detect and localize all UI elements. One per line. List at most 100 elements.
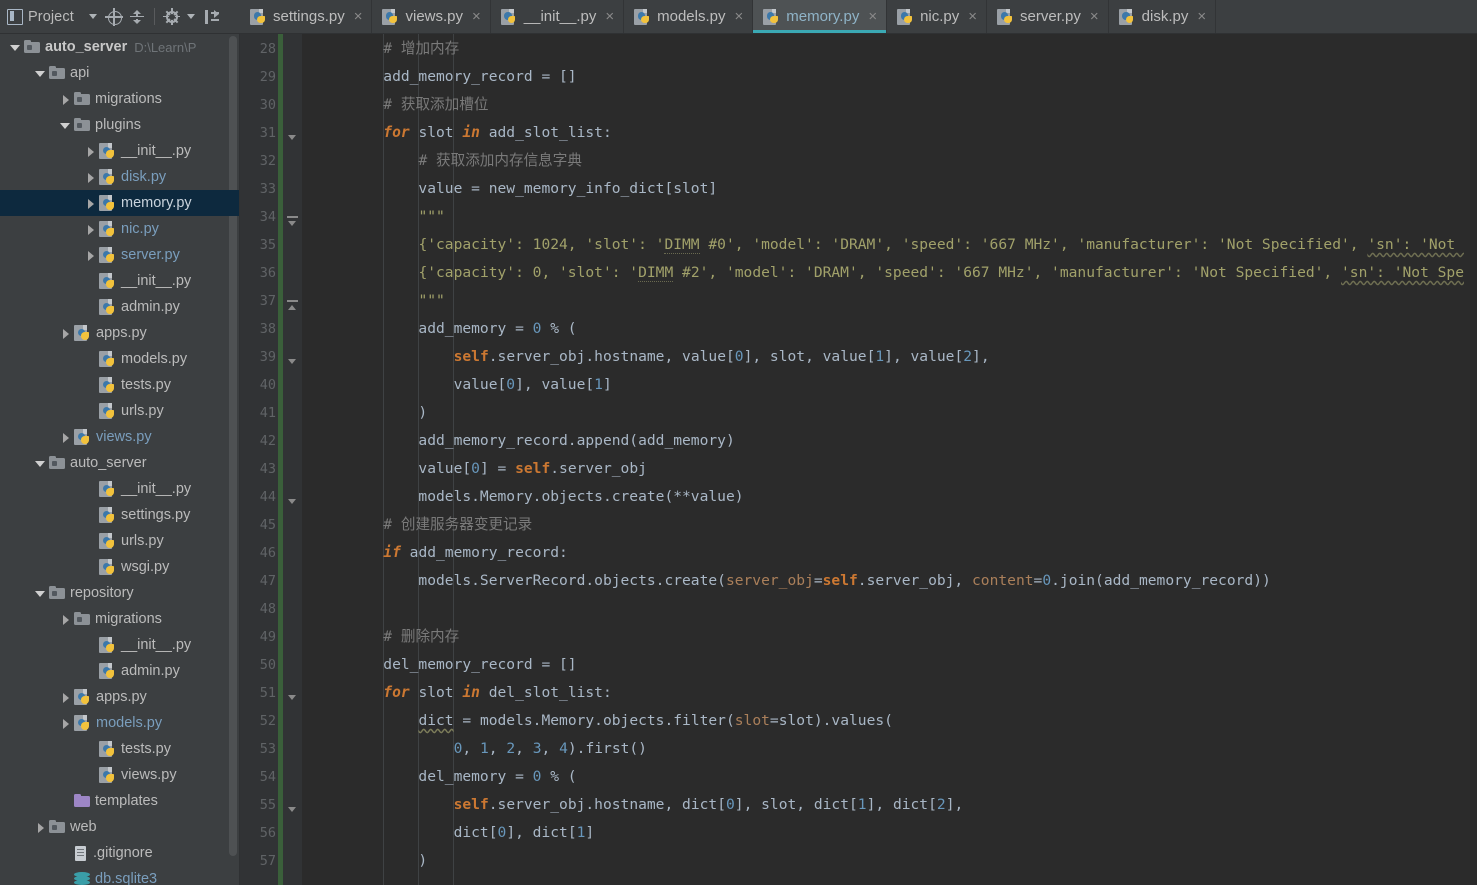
- editor-tab-views-py[interactable]: views.py ×: [372, 0, 491, 33]
- tree-item-auto-server[interactable]: auto_server D:\Learn\P: [0, 34, 239, 60]
- tree-item-urls-py[interactable]: urls.py: [0, 528, 239, 554]
- editor-tab-memory-py[interactable]: memory.py ×: [753, 0, 888, 33]
- editor-tab-server-py[interactable]: server.py ×: [987, 0, 1109, 33]
- python-file-icon: [99, 195, 116, 212]
- editor-tab-settings-py[interactable]: settings.py ×: [240, 0, 373, 33]
- editor-tab--init-py[interactable]: __init__.py ×: [490, 0, 625, 33]
- tree-item--gitignore[interactable]: .gitignore: [0, 840, 239, 866]
- arrow-spacer: [85, 770, 96, 781]
- expand-arrow-right-icon[interactable]: [60, 692, 71, 703]
- tree-item-label: memory.py: [121, 195, 192, 211]
- settings-gear-icon[interactable]: [163, 8, 181, 26]
- settings-chevron-down-icon[interactable]: [186, 14, 195, 19]
- code-fold-toggle[interactable]: [286, 299, 299, 312]
- close-tab-icon[interactable]: ×: [734, 9, 743, 24]
- expand-arrow-down-icon[interactable]: [35, 458, 46, 469]
- pycharm-window: Project settings.py × views.py × __init__.py…: [0, 0, 1477, 885]
- tree-item--init-py[interactable]: __init__.py: [0, 138, 239, 164]
- expand-arrow-right-icon[interactable]: [60, 328, 71, 339]
- tree-item-plugins[interactable]: plugins: [0, 112, 239, 138]
- tree-item-admin-py[interactable]: admin.py: [0, 658, 239, 684]
- chevron-down-icon[interactable]: [88, 14, 97, 19]
- python-file-icon: [634, 8, 651, 25]
- tree-item-label: admin.py: [121, 663, 180, 679]
- tree-item-admin-py[interactable]: admin.py: [0, 294, 239, 320]
- tree-item-disk-py[interactable]: disk.py: [0, 164, 239, 190]
- line-number: 52: [259, 713, 276, 729]
- code-fold-toggle[interactable]: [286, 131, 299, 144]
- arrow-spacer: [85, 510, 96, 521]
- line-number: 53: [259, 741, 276, 757]
- line-number: 54: [259, 769, 276, 785]
- tree-item-tests-py[interactable]: tests.py: [0, 736, 239, 762]
- tree-item-db-sqlite3[interactable]: db.sqlite3: [0, 866, 239, 885]
- expand-arrow-down-icon[interactable]: [35, 588, 46, 599]
- line-number: 34: [259, 209, 276, 225]
- tree-item-web[interactable]: web: [0, 814, 239, 840]
- expand-arrow-right-icon[interactable]: [60, 718, 71, 729]
- code-editor[interactable]: 28 29 30 31 32 33 34 35 36 37 38 39 40 41 42 43 44 45 46 47…: [240, 34, 1477, 885]
- tree-item--init-py[interactable]: __init__.py: [0, 268, 239, 294]
- expand-arrow-right-icon[interactable]: [85, 250, 96, 261]
- tree-item-views-py[interactable]: views.py: [0, 424, 239, 450]
- expand-arrow-down-icon[interactable]: [60, 120, 71, 131]
- code-fold-toggle[interactable]: [286, 215, 299, 228]
- tree-item--init-py[interactable]: __init__.py: [0, 476, 239, 502]
- expand-arrow-right-icon[interactable]: [85, 172, 96, 183]
- collapse-all-icon[interactable]: [128, 8, 146, 26]
- tree-item-settings-py[interactable]: settings.py: [0, 502, 239, 528]
- tree-item-tests-py[interactable]: tests.py: [0, 372, 239, 398]
- expand-arrow-down-icon[interactable]: [10, 42, 21, 53]
- editor-tab-models-py[interactable]: models.py ×: [624, 0, 754, 33]
- locate-icon[interactable]: [104, 7, 123, 26]
- editor-gutter[interactable]: 28 29 30 31 32 33 34 35 36 37 38 39 40 41 42 43 44 45 46 47…: [240, 34, 302, 885]
- tree-item-api[interactable]: api: [0, 60, 239, 86]
- code-fold-toggle[interactable]: [286, 495, 299, 508]
- close-tab-icon[interactable]: ×: [605, 9, 614, 24]
- tree-item-auto-server[interactable]: auto_server: [0, 450, 239, 476]
- close-tab-icon[interactable]: ×: [354, 9, 363, 24]
- arrow-spacer: [85, 302, 96, 313]
- tree-item-migrations[interactable]: migrations: [0, 606, 239, 632]
- close-tab-icon[interactable]: ×: [1090, 9, 1099, 24]
- expand-arrow-right-icon[interactable]: [60, 614, 71, 625]
- tree-item-memory-py[interactable]: memory.py: [0, 190, 239, 216]
- tree-item-nic-py[interactable]: nic.py: [0, 216, 239, 242]
- tree-item-models-py[interactable]: models.py: [0, 346, 239, 372]
- code-content[interactable]: # 增加内存 add_memory_record = [] # 获取添加槽位 f…: [302, 34, 1477, 885]
- project-tree[interactable]: auto_server D:\Learn\P api migrations plugin…: [0, 34, 240, 885]
- tree-item-models-py[interactable]: models.py: [0, 710, 239, 736]
- tree-item-migrations[interactable]: migrations: [0, 86, 239, 112]
- code-fold-toggle[interactable]: [286, 803, 299, 816]
- code-fold-toggle[interactable]: [286, 355, 299, 368]
- hide-panel-icon[interactable]: [203, 8, 221, 26]
- close-tab-icon[interactable]: ×: [968, 9, 977, 24]
- expand-arrow-right-icon[interactable]: [60, 94, 71, 105]
- editor-tab-disk-py[interactable]: disk.py ×: [1108, 0, 1217, 33]
- tree-item-apps-py[interactable]: apps.py: [0, 320, 239, 346]
- expand-arrow-right-icon[interactable]: [35, 822, 46, 833]
- close-tab-icon[interactable]: ×: [868, 9, 877, 24]
- tree-item-label: urls.py: [121, 403, 164, 419]
- expand-arrow-right-icon[interactable]: [85, 224, 96, 235]
- expand-arrow-right-icon[interactable]: [85, 146, 96, 157]
- tree-item-urls-py[interactable]: urls.py: [0, 398, 239, 424]
- tree-item--init-py[interactable]: __init__.py: [0, 632, 239, 658]
- tree-item-repository[interactable]: repository: [0, 580, 239, 606]
- tree-item-server-py[interactable]: server.py: [0, 242, 239, 268]
- tree-item-label: plugins: [95, 117, 141, 133]
- expand-arrow-down-icon[interactable]: [35, 68, 46, 79]
- expand-arrow-right-icon[interactable]: [85, 198, 96, 209]
- tree-item-wsgi-py[interactable]: wsgi.py: [0, 554, 239, 580]
- close-tab-icon[interactable]: ×: [1197, 9, 1206, 24]
- editor-marker-bar[interactable]: [1464, 34, 1477, 885]
- editor-tab-nic-py[interactable]: nic.py ×: [887, 0, 988, 33]
- tree-item-templates[interactable]: templates: [0, 788, 239, 814]
- code-fold-toggle[interactable]: [286, 691, 299, 704]
- text-file-icon: [74, 845, 88, 861]
- tree-item-views-py[interactable]: views.py: [0, 762, 239, 788]
- line-number: 39: [259, 349, 276, 365]
- close-tab-icon[interactable]: ×: [472, 9, 481, 24]
- tree-item-apps-py[interactable]: apps.py: [0, 684, 239, 710]
- expand-arrow-right-icon[interactable]: [60, 432, 71, 443]
